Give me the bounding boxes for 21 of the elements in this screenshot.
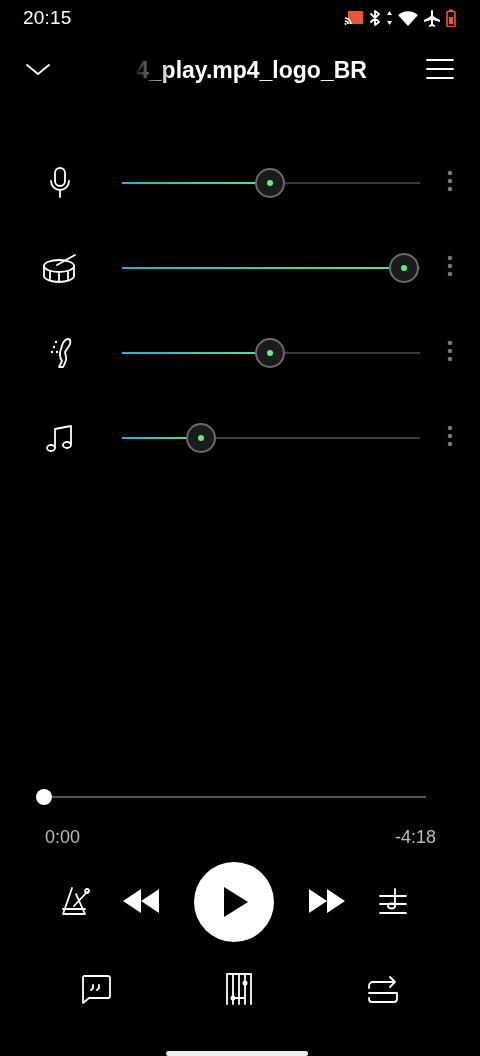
wifi-icon [398,10,418,26]
data-arrows-icon [386,10,393,26]
battery-icon [446,9,456,27]
progress-thumb[interactable] [36,789,52,805]
track-title: 4_play.mp4_logo_BR [136,56,367,83]
remaining-time: -4:18 [394,827,436,848]
slider-thumb[interactable] [186,422,217,453]
slider-thumb[interactable] [389,252,420,283]
bluetooth-icon [369,10,381,26]
drum-icon [43,252,77,283]
chords-button[interactable] [225,973,253,1008]
slider-thumb[interactable] [255,167,285,198]
status-time: 20:15 [23,7,72,29]
cast-icon [344,10,364,26]
music-note-icon [45,422,75,453]
airplane-icon [423,9,441,27]
microphone-icon [49,166,71,199]
slider-thumb[interactable] [255,337,285,368]
elapsed-time: 0:00 [45,827,81,848]
guitar-head-icon [48,336,72,369]
lyrics-button[interactable] [80,974,112,1007]
